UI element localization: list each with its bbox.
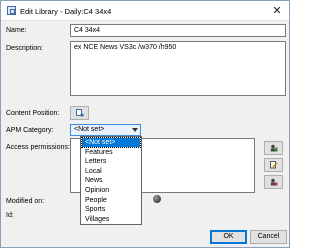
cancel-button[interactable]: Cancel bbox=[250, 230, 287, 244]
apm-category-value: <Not set> bbox=[74, 126, 105, 133]
chevron-down-icon[interactable] bbox=[132, 128, 138, 132]
dropdown-option[interactable]: Local bbox=[82, 167, 140, 176]
dropdown-option[interactable]: Sports bbox=[82, 205, 140, 214]
description-field[interactable]: ex NCE News VS3c /w370 /h950 bbox=[70, 41, 286, 96]
apm-category-dropdown-list: <Not set> Features Letters Local News Opinion… bbox=[80, 136, 142, 225]
status-indicator-icon bbox=[153, 195, 161, 203]
modified-on-label: Modified on: bbox=[6, 198, 45, 205]
dropdown-option[interactable]: People bbox=[82, 196, 140, 205]
dropdown-option[interactable]: Features bbox=[82, 148, 140, 157]
content-position-label: Content Position: bbox=[6, 110, 60, 117]
title-bar: Edit Library - Daily:C4 34x4 ✕ bbox=[1, 1, 289, 21]
position-icon bbox=[76, 109, 84, 117]
edit-permission-button[interactable] bbox=[264, 158, 283, 172]
dropdown-option[interactable]: Villages bbox=[82, 215, 140, 224]
ok-button[interactable]: OK bbox=[210, 230, 247, 244]
add-user-icon bbox=[270, 144, 278, 152]
dropdown-option[interactable]: Letters bbox=[82, 157, 140, 166]
name-field[interactable]: C4 34x4 bbox=[70, 24, 286, 37]
dropdown-option[interactable]: <Not set> bbox=[81, 136, 141, 149]
add-permission-button[interactable] bbox=[264, 141, 283, 155]
remove-permission-button[interactable] bbox=[264, 175, 283, 189]
content-position-button[interactable] bbox=[70, 106, 89, 120]
description-label: Description: bbox=[6, 45, 43, 52]
edit-library-dialog: Edit Library - Daily:C4 34x4 ✕ Name: C4 … bbox=[0, 0, 290, 248]
edit-icon bbox=[270, 161, 278, 169]
id-label: Id: bbox=[6, 212, 14, 219]
window-app-icon bbox=[7, 6, 16, 15]
apm-category-label: APM Category: bbox=[6, 127, 54, 134]
window-title: Edit Library - Daily:C4 34x4 bbox=[20, 7, 112, 16]
dropdown-option[interactable]: News bbox=[82, 176, 140, 185]
name-label: Name: bbox=[6, 27, 27, 34]
dropdown-option[interactable]: Opinion bbox=[82, 186, 140, 195]
remove-user-icon bbox=[270, 178, 278, 186]
apm-category-select[interactable]: <Not set> bbox=[70, 124, 141, 136]
close-icon[interactable]: ✕ bbox=[269, 4, 285, 18]
access-permissions-label: Access permissions: bbox=[6, 144, 70, 151]
